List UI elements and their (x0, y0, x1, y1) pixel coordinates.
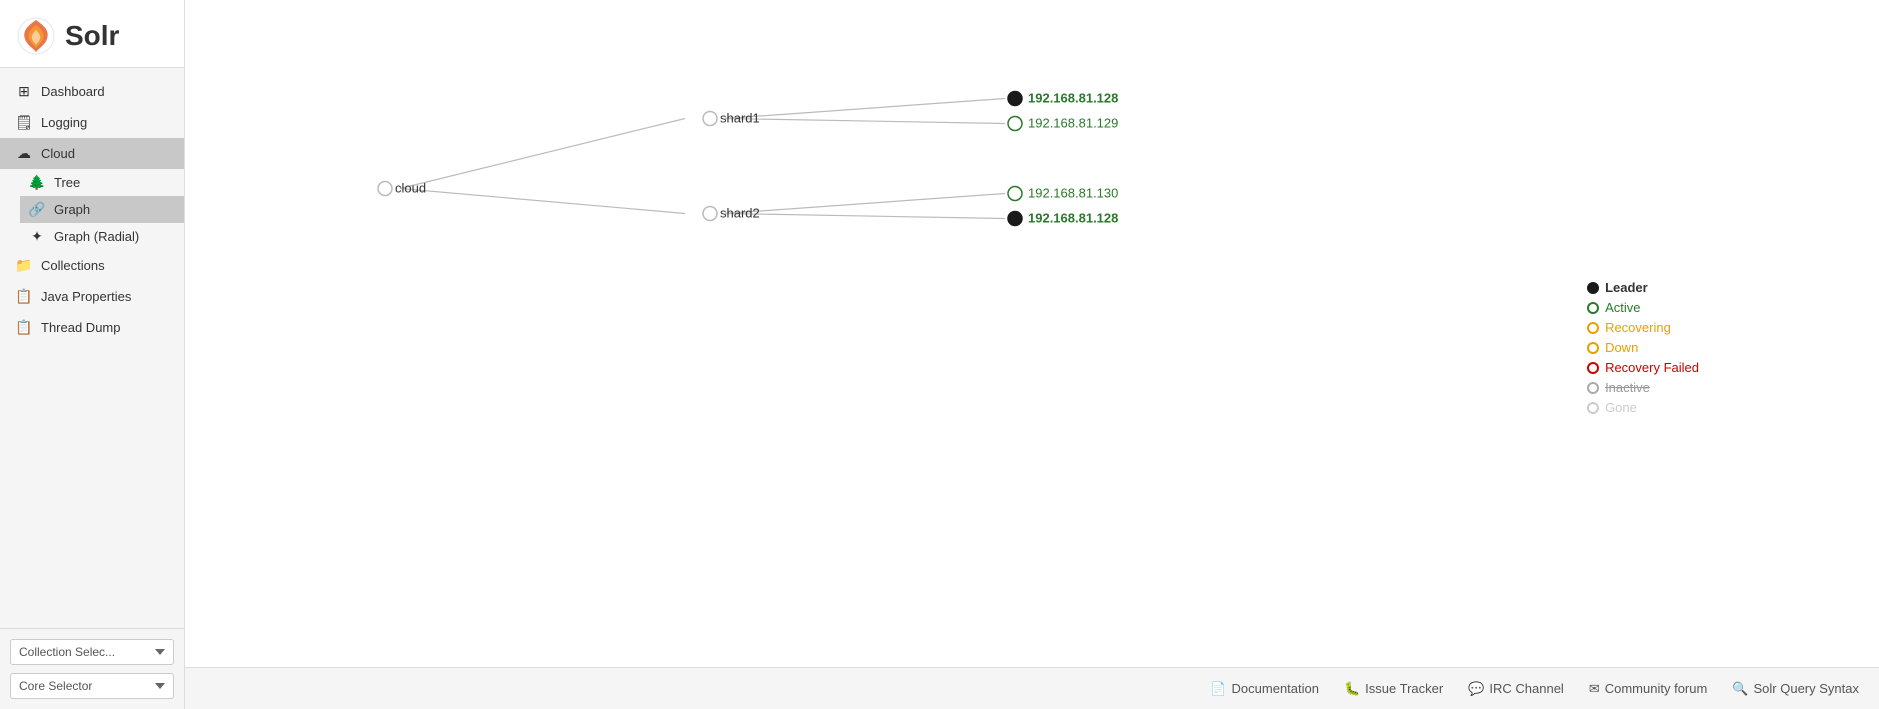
legend-item-gone: Gone (1587, 400, 1699, 415)
node-cloud[interactable] (378, 182, 392, 196)
label-ip2: 192.168.81.129 (1028, 116, 1118, 131)
sidebar-item-collections[interactable]: 📁 Collections (0, 250, 184, 281)
legend: Leader Active Recovering Down Recovery F… (1587, 280, 1699, 420)
node-ip4[interactable] (1008, 212, 1022, 226)
sidebar-item-dashboard-label: Dashboard (41, 84, 105, 99)
thread-dump-icon: 📋 (15, 319, 33, 336)
footer: 📄 Documentation 🐛 Issue Tracker 💬 IRC Ch… (185, 667, 1879, 709)
cloud-icon: ☁ (15, 145, 33, 162)
legend-item-recovery-failed: Recovery Failed (1587, 360, 1699, 375)
sidebar-item-thread-dump-label: Thread Dump (41, 320, 120, 335)
collection-selector[interactable]: Collection Selec... (10, 639, 174, 665)
node-shard2[interactable] (703, 207, 717, 221)
legend-dot-active (1587, 302, 1599, 314)
legend-label-leader: Leader (1605, 280, 1648, 295)
node-ip1[interactable] (1008, 92, 1022, 106)
node-ip3[interactable] (1008, 187, 1022, 201)
sidebar-item-thread-dump[interactable]: 📋 Thread Dump (0, 312, 184, 343)
sidebar-item-cloud-label: Cloud (41, 146, 75, 161)
legend-label-recovering: Recovering (1605, 320, 1671, 335)
sidebar-item-graph-label: Graph (54, 202, 90, 217)
footer-label-issue-tracker: Issue Tracker (1365, 681, 1443, 696)
logo-area: Solr (0, 0, 184, 68)
graph-icon: 🔗 (28, 201, 46, 218)
label-shard2: shard2 (720, 206, 760, 221)
tree-icon: 🌲 (28, 174, 46, 191)
solr-query-syntax-icon: 🔍 (1732, 681, 1748, 697)
label-shard1: shard1 (720, 111, 760, 126)
sidebar-item-tree-label: Tree (54, 175, 80, 190)
graph-area: cloud shard1 shard2 192.168.81.128 192.1… (185, 0, 1879, 667)
main-content: cloud shard1 shard2 192.168.81.128 192.1… (185, 0, 1879, 709)
legend-label-down: Down (1605, 340, 1638, 355)
sidebar-item-collections-label: Collections (41, 258, 105, 273)
legend-dot-recovery-failed (1587, 362, 1599, 374)
cloud-sub-menu: 🌲 Tree 🔗 Graph ✦ Graph (Radial) (0, 169, 184, 250)
legend-label-recovery-failed: Recovery Failed (1605, 360, 1699, 375)
logo-text: Solr (65, 20, 119, 52)
node-ip2[interactable] (1008, 117, 1022, 131)
collections-icon: 📁 (15, 257, 33, 274)
sidebar-dropdowns: Collection Selec... Core Selector (0, 628, 184, 709)
footer-label-irc-channel: IRC Channel (1489, 681, 1563, 696)
legend-dot-leader (1587, 282, 1599, 294)
legend-dot-gone (1587, 402, 1599, 414)
legend-item-leader: Leader (1587, 280, 1699, 295)
java-properties-icon: 📋 (15, 288, 33, 305)
documentation-icon: 📄 (1210, 681, 1226, 697)
sidebar-item-java-properties[interactable]: 📋 Java Properties (0, 281, 184, 312)
sidebar-item-tree[interactable]: 🌲 Tree (20, 169, 184, 196)
dashboard-icon: ⊞ (15, 83, 33, 100)
legend-item-down: Down (1587, 340, 1699, 355)
sidebar-item-cloud[interactable]: ☁ Cloud (0, 138, 184, 169)
community-forum-icon: ✉ (1589, 681, 1600, 697)
issue-tracker-icon: 🐛 (1344, 681, 1360, 697)
legend-dot-inactive (1587, 382, 1599, 394)
footer-label-community-forum: Community forum (1605, 681, 1708, 696)
legend-item-active: Active (1587, 300, 1699, 315)
sidebar-item-dashboard[interactable]: ⊞ Dashboard (0, 76, 184, 107)
footer-link-issue-tracker[interactable]: 🐛 Issue Tracker (1344, 681, 1443, 697)
legend-item-inactive: Inactive (1587, 380, 1699, 395)
sidebar-item-graph[interactable]: 🔗 Graph (20, 196, 184, 223)
label-ip3: 192.168.81.130 (1028, 186, 1118, 201)
legend-label-inactive: Inactive (1605, 380, 1650, 395)
core-selector[interactable]: Core Selector (10, 673, 174, 699)
legend-label-active: Active (1605, 300, 1640, 315)
solr-logo-icon (15, 15, 57, 57)
legend-item-recovering: Recovering (1587, 320, 1699, 335)
label-ip1: 192.168.81.128 (1028, 91, 1118, 106)
irc-channel-icon: 💬 (1468, 681, 1484, 697)
graph-radial-icon: ✦ (28, 228, 46, 245)
label-ip4: 192.168.81.128 (1028, 211, 1118, 226)
footer-label-solr-query-syntax: Solr Query Syntax (1754, 681, 1860, 696)
sidebar-item-java-properties-label: Java Properties (41, 289, 131, 304)
footer-link-documentation[interactable]: 📄 Documentation (1210, 681, 1319, 697)
node-shard1[interactable] (703, 112, 717, 126)
sidebar: Solr ⊞ Dashboard 🗒 Logging ☁ Cloud 🌲 (0, 0, 185, 709)
footer-link-community-forum[interactable]: ✉ Community forum (1589, 681, 1707, 697)
sidebar-item-graph-radial-label: Graph (Radial) (54, 229, 139, 244)
label-cloud: cloud (395, 181, 426, 196)
sidebar-item-graph-radial[interactable]: ✦ Graph (Radial) (20, 223, 184, 250)
footer-link-solr-query-syntax[interactable]: 🔍 Solr Query Syntax (1732, 681, 1859, 697)
logging-icon: 🗒 (15, 114, 33, 131)
legend-label-gone: Gone (1605, 400, 1637, 415)
sidebar-item-logging-label: Logging (41, 115, 87, 130)
sidebar-navigation: ⊞ Dashboard 🗒 Logging ☁ Cloud 🌲 Tree � (0, 68, 184, 628)
legend-dot-down (1587, 342, 1599, 354)
footer-label-documentation: Documentation (1232, 681, 1319, 696)
sidebar-item-logging[interactable]: 🗒 Logging (0, 107, 184, 138)
footer-link-irc-channel[interactable]: 💬 IRC Channel (1468, 681, 1564, 697)
legend-dot-recovering (1587, 322, 1599, 334)
